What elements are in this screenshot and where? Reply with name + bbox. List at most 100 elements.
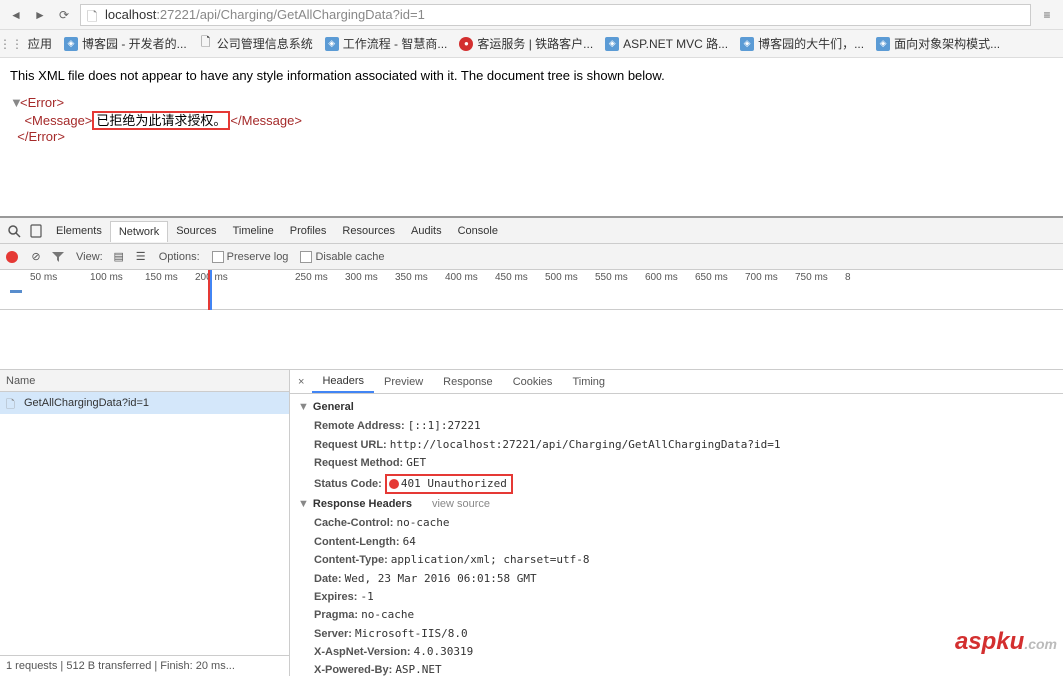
address-bar[interactable]: 🗋 localhost:27221/api/Charging/GetAllCha… [80, 4, 1031, 26]
request-name: GetAllChargingData?id=1 [24, 397, 149, 409]
tick: 50 ms [30, 272, 80, 283]
remote-addr-key: Remote Address: [314, 420, 405, 432]
clear-icon[interactable]: ⊘ [26, 247, 46, 267]
bookmark-6[interactable]: ◈面向对象架构模式... [870, 33, 1006, 54]
response-headers-section[interactable]: ▼Response Headersview source [298, 495, 1055, 514]
header-val: application/xml; charset=utf-8 [391, 553, 590, 566]
preserve-log-checkbox[interactable]: Preserve log [212, 251, 289, 263]
tab-headers[interactable]: Headers [312, 371, 374, 393]
bookmarks-bar: ⋮⋮⋮ 应用 ◈博客园 - 开发者的... 🗋公司管理信息系统 ◈工作流程 - … [0, 30, 1063, 58]
collapse-arrow-icon: ▼ [298, 497, 309, 512]
menu-button[interactable]: ≡ [1035, 3, 1059, 27]
header-row: Expires: -1 [298, 588, 1055, 606]
bookmark-5[interactable]: ◈博客园的大牛们，... [734, 33, 870, 54]
bookmark-0[interactable]: ◈博客园 - 开发者的... [58, 33, 193, 54]
site-icon: ◈ [876, 37, 890, 51]
tab-timing[interactable]: Timing [562, 372, 615, 392]
tick: 150 ms [145, 272, 195, 283]
header-row: Date: Wed, 23 Mar 2016 06:01:58 GMT [298, 570, 1055, 588]
header-row: Cache-Control: no-cache [298, 514, 1055, 532]
tick: 750 ms [795, 272, 845, 283]
view-source-link[interactable]: view source [432, 497, 490, 512]
tick: 350 ms [395, 272, 445, 283]
xml-message-open: <Message> [24, 113, 92, 128]
devtools-toolbar: Elements Network Sources Timeline Profil… [0, 218, 1063, 244]
general-section[interactable]: ▼General [298, 398, 1055, 417]
disable-cache-checkbox[interactable]: Disable cache [300, 251, 384, 263]
header-key: Content-Length: [314, 536, 400, 548]
back-button[interactable]: ◄ [4, 3, 28, 27]
header-row: Content-Length: 64 [298, 533, 1055, 551]
record-button[interactable] [6, 251, 18, 263]
url-host: localhost [105, 7, 156, 22]
device-icon[interactable] [26, 221, 46, 241]
bookmark-4[interactable]: ◈ASP.NET MVC 路... [599, 33, 734, 54]
tab-response[interactable]: Response [433, 372, 503, 392]
request-url-key: Request URL: [314, 439, 387, 451]
tab-cookies[interactable]: Cookies [503, 372, 563, 392]
request-list: Name 🗋 GetAllChargingData?id=1 1 request… [0, 370, 290, 676]
header-val: ASP.NET [395, 663, 441, 676]
tab-resources[interactable]: Resources [334, 221, 403, 241]
header-key: X-AspNet-Version: [314, 646, 411, 658]
header-val: -1 [360, 590, 373, 603]
request-row[interactable]: 🗋 GetAllChargingData?id=1 [0, 392, 289, 414]
tab-audits[interactable]: Audits [403, 221, 450, 241]
collapse-arrow[interactable]: ▼ [10, 95, 20, 110]
tab-console[interactable]: Console [450, 221, 506, 241]
header-val: no-cache [397, 516, 450, 529]
site-icon: ◈ [64, 37, 78, 51]
timeline-request-mark [10, 290, 22, 293]
request-method-val: GET [406, 456, 426, 469]
header-val: 4.0.30319 [414, 645, 474, 658]
bookmark-3[interactable]: ●客运服务 | 铁路客户... [453, 33, 599, 54]
page-icon: 🗋 [87, 8, 101, 22]
header-val: Wed, 23 Mar 2016 06:01:58 GMT [345, 572, 537, 585]
site-icon: ◈ [740, 37, 754, 51]
tab-profiles[interactable]: Profiles [282, 221, 335, 241]
bookmark-1[interactable]: 🗋公司管理信息系统 [193, 33, 319, 54]
tick: 8 [845, 272, 895, 283]
tick: 550 ms [595, 272, 645, 283]
view-large-icon[interactable]: ▤ [109, 247, 129, 267]
tab-elements[interactable]: Elements [48, 221, 110, 241]
apps-button[interactable]: ⋮⋮⋮ 应用 [4, 33, 58, 54]
checkbox-icon [300, 251, 312, 263]
bookmark-2[interactable]: ◈工作流程 - 智慧商... [319, 33, 454, 54]
filter-icon[interactable] [48, 247, 68, 267]
tick: 250 ms [295, 272, 345, 283]
network-body: Name 🗋 GetAllChargingData?id=1 1 request… [0, 370, 1063, 676]
site-icon: ● [459, 37, 473, 51]
header-row: Server: Microsoft-IIS/8.0 [298, 625, 1055, 643]
view-small-icon[interactable]: ☰ [131, 247, 151, 267]
remote-addr-val: [::1]:27221 [408, 419, 481, 432]
site-icon: ◈ [605, 37, 619, 51]
header-key: Content-Type: [314, 554, 388, 566]
inspect-icon[interactable] [4, 221, 24, 241]
timeline-dom-line [210, 270, 212, 310]
tick: 200 ms [195, 272, 245, 283]
tab-preview[interactable]: Preview [374, 372, 433, 392]
tick: 500 ms [545, 272, 595, 283]
header-key: Cache-Control: [314, 517, 393, 529]
url-path: /api/Charging/GetAllChargingData?id=1 [196, 7, 425, 22]
status-code-highlight: 401 Unauthorized [385, 474, 513, 494]
tab-network[interactable]: Network [110, 221, 168, 242]
forward-button[interactable]: ► [28, 3, 52, 27]
name-column-header[interactable]: Name [0, 370, 289, 392]
header-key: Expires: [314, 591, 357, 603]
network-filter-bar: ⊘ View: ▤ ☰ Options: Preserve log Disabl… [0, 244, 1063, 270]
site-icon: ◈ [325, 37, 339, 51]
tab-timeline[interactable]: Timeline [225, 221, 282, 241]
header-row: Content-Type: application/xml; charset=u… [298, 551, 1055, 569]
timeline-ruler[interactable]: 50 ms 100 ms 150 ms 200 ms 250 ms 300 ms… [0, 270, 1063, 310]
request-summary: 1 requests | 512 B transferred | Finish:… [0, 655, 289, 676]
header-row: X-AspNet-Version: 4.0.30319 [298, 643, 1055, 661]
close-detail-button[interactable]: × [290, 376, 312, 388]
xml-error-open: <Error> [20, 95, 64, 110]
devtools-panel: Elements Network Sources Timeline Profil… [0, 218, 1063, 676]
reload-button[interactable]: ⟳ [52, 3, 76, 27]
tab-sources[interactable]: Sources [168, 221, 224, 241]
request-url-val: http://localhost:27221/api/Charging/GetA… [390, 438, 781, 451]
xml-message-text: 已拒绝为此请求授权。 [96, 113, 226, 128]
